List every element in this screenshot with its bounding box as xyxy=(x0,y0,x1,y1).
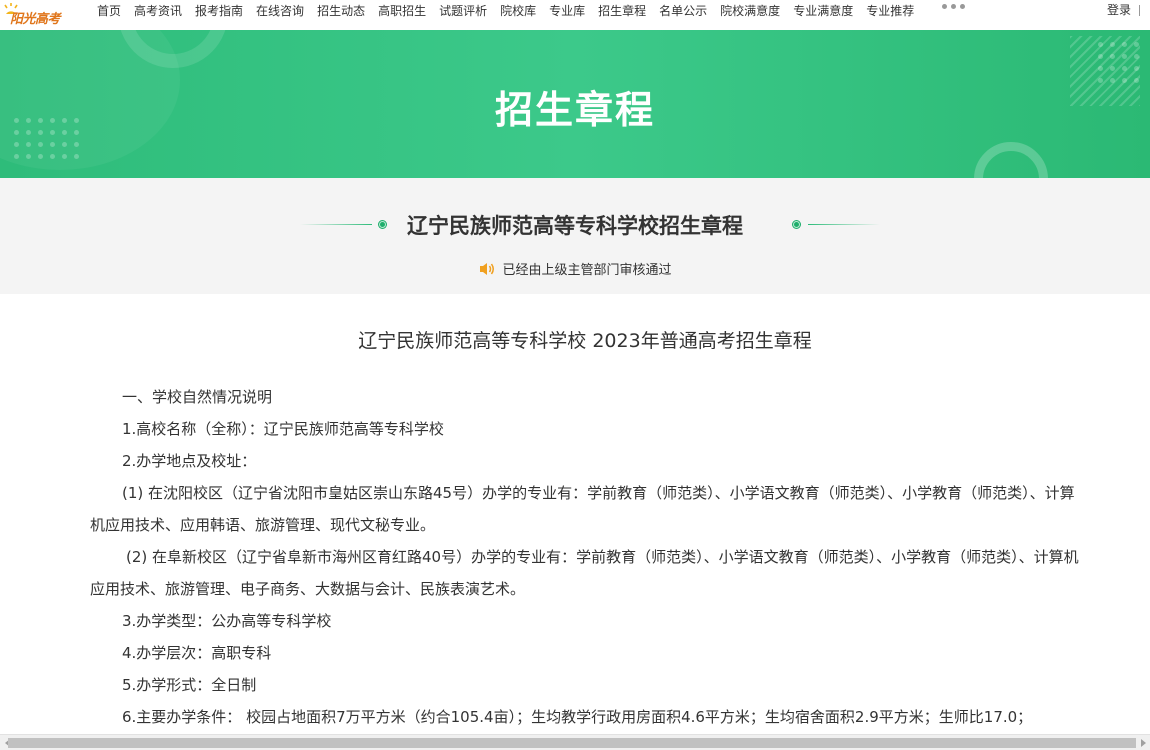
site-logo[interactable]: 阳光高考 xyxy=(0,2,70,28)
paragraph: 1.高校名称（全称）：辽宁民族师范高等专科学校 xyxy=(122,420,444,438)
title-decor-dot xyxy=(792,220,801,229)
nav-item-exam-analysis[interactable]: 试题评析 xyxy=(439,0,487,22)
document-heading: 辽宁民族师范高等专科学校 2023年普通高考招生章程 xyxy=(358,330,812,352)
scrollbar-thumb[interactable] xyxy=(8,738,1136,748)
title-section: 辽宁民族师范高等专科学校招生章程 已经由上级主管部门审核通过 xyxy=(0,178,1150,294)
nav-item-school-satisfaction[interactable]: 院校满意度 xyxy=(720,0,780,22)
login-link[interactable]: 登录 xyxy=(1107,0,1131,20)
document-content: 辽宁民族师范高等专科学校 2023年普通高考招生章程 一、学校自然情况说明 1.… xyxy=(90,294,1080,733)
paragraph: 4.办学层次：高职专科 xyxy=(122,644,272,662)
speaker-icon[interactable] xyxy=(478,261,496,277)
scroll-right-icon[interactable] xyxy=(1136,735,1150,750)
school-title: 辽宁民族师范高等专科学校招生章程 xyxy=(407,214,743,238)
banner: 招生章程 xyxy=(0,30,1150,178)
paragraph: (1) 在沈阳校区（辽宁省沈阳市皇姑区崇山东路45号）办学的专业有：学前教育（师… xyxy=(90,484,1075,534)
nav-list: 首页 高考资讯 报考指南 在线咨询 招生动态 高职招生 试题评析 院校库 专业库… xyxy=(97,0,927,22)
nav-item-school-db[interactable]: 院校库 xyxy=(500,0,536,22)
nav-item-home[interactable]: 首页 xyxy=(97,0,121,22)
login-divider xyxy=(1139,5,1140,16)
paragraph: 5.办学形式：全日制 xyxy=(122,676,257,694)
nav-item-major-recommend[interactable]: 专业推荐 xyxy=(866,0,914,22)
approval-text: 已经由上级主管部门审核通过 xyxy=(502,263,672,278)
nav-item-charter[interactable]: 招生章程 xyxy=(598,0,646,22)
nav-item-guide[interactable]: 报考指南 xyxy=(195,0,243,22)
nav-item-major-db[interactable]: 专业库 xyxy=(549,0,585,22)
title-decor-line xyxy=(808,224,880,225)
paragraph: 2.办学地点及校址： xyxy=(122,452,257,470)
nav-item-major-satisfaction[interactable]: 专业满意度 xyxy=(793,0,853,22)
banner-dot-grid xyxy=(1098,42,1139,83)
nav-item-news[interactable]: 高考资讯 xyxy=(134,0,182,22)
nav-item-consult[interactable]: 在线咨询 xyxy=(256,0,304,22)
top-nav: 阳光高考 首页 高考资讯 报考指南 在线咨询 招生动态 高职招生 试题评析 院校… xyxy=(0,0,1150,30)
page: 阳光高考 首页 高考资讯 报考指南 在线咨询 招生动态 高职招生 试题评析 院校… xyxy=(0,0,1150,750)
nav-item-admission-news[interactable]: 招生动态 xyxy=(317,0,365,22)
paragraph: 一、学校自然情况说明 xyxy=(122,388,273,406)
paragraph: 3.办学类型：公办高等专科学校 xyxy=(122,612,332,630)
paragraph: (2) 在阜新校区（辽宁省阜新市海州区育红路40号）办学的专业有：学前教育（师范… xyxy=(90,548,1079,598)
banner-ring-decoration xyxy=(974,142,1048,178)
banner-title: 招生章程 xyxy=(494,88,655,132)
nav-item-vocational[interactable]: 高职招生 xyxy=(378,0,426,22)
nav-item-public-list[interactable]: 名单公示 xyxy=(659,0,707,22)
approval-notice: 已经由上级主管部门审核通过 xyxy=(0,259,1150,278)
logo-text: 阳光高考 xyxy=(10,12,61,27)
more-dots-icon[interactable] xyxy=(942,4,965,9)
horizontal-scrollbar[interactable] xyxy=(0,734,1150,750)
paragraph: 6.主要办学条件： 校园占地面积7万平方米（约合105.4亩）；生均教学行政用房… xyxy=(122,708,1033,726)
